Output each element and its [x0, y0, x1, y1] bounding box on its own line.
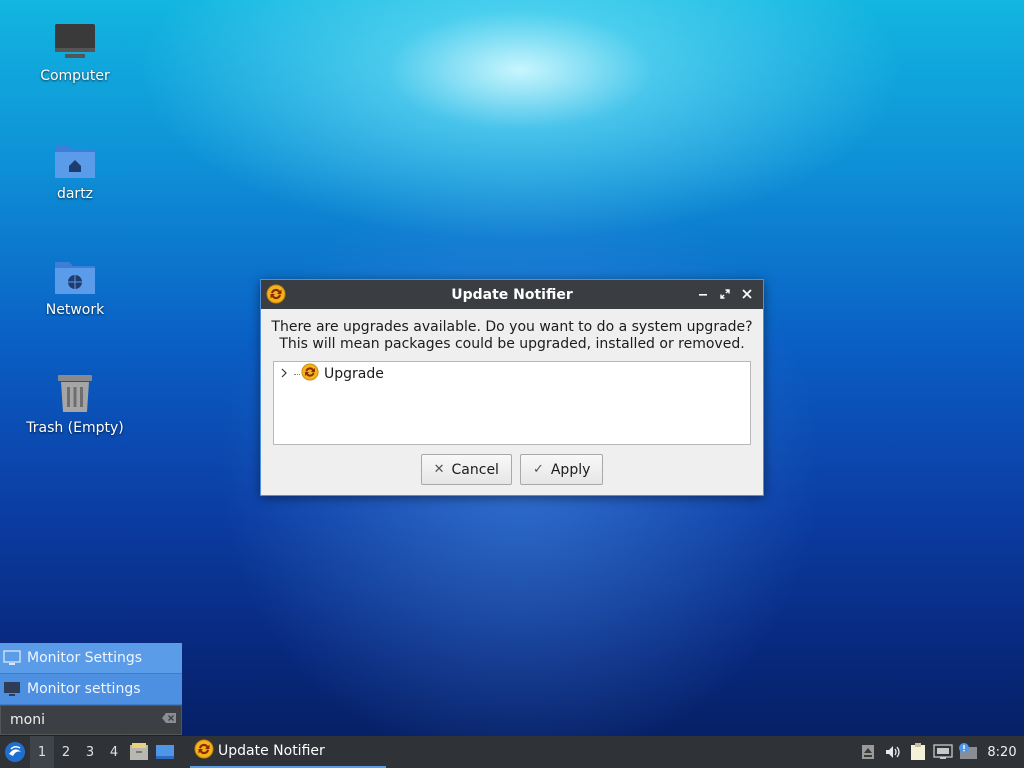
desktop-icon-home[interactable]: dartz — [20, 140, 130, 202]
cancel-x-icon: ✕ — [433, 462, 445, 477]
maximize-icon — [720, 289, 730, 299]
lubuntu-logo-icon — [5, 742, 25, 762]
network-connection-icon[interactable] — [930, 736, 955, 768]
show-desktop-button[interactable] — [152, 736, 178, 768]
desktop-icon-network[interactable]: Network — [20, 256, 130, 318]
task-update-notifier[interactable]: Update Notifier — [190, 736, 386, 768]
expander-arrow-icon[interactable] — [280, 368, 294, 381]
workspace-2[interactable]: 2 — [54, 736, 78, 768]
checkmark-icon: ✓ — [532, 462, 544, 477]
launcher-search-input[interactable]: moni — [0, 705, 182, 735]
search-text: moni — [10, 712, 45, 728]
tree-item-upgrade[interactable]: Upgrade — [274, 362, 750, 386]
dialog-message: There are upgrades available. Do you wan… — [261, 319, 763, 353]
task-label: Update Notifier — [218, 743, 325, 759]
update-notifier-icon — [266, 284, 286, 308]
clipboard-icon[interactable] — [905, 736, 930, 768]
computer-icon — [55, 24, 95, 58]
launcher-result-monitor-settings-alt[interactable]: Monitor settings — [0, 674, 182, 705]
dialog-title: Update Notifier — [451, 286, 573, 303]
update-notifier-icon — [194, 739, 214, 763]
launcher-result-label: Monitor Settings — [27, 650, 143, 666]
desktop-icon-computer[interactable]: Computer — [20, 22, 130, 84]
apply-button[interactable]: ✓ Apply — [519, 454, 604, 485]
desktop-icon-label: Network — [45, 302, 105, 318]
volume-icon[interactable] — [880, 736, 905, 768]
cancel-label: Cancel — [451, 461, 499, 478]
message-line: This will mean packages could be upgrade… — [279, 336, 745, 352]
workspace-3[interactable]: 3 — [78, 736, 102, 768]
display-icon — [3, 681, 21, 697]
close-button[interactable] — [737, 284, 757, 304]
maximize-button[interactable] — [715, 284, 735, 304]
start-menu-button[interactable] — [0, 736, 30, 768]
workspace-1[interactable]: 1 — [30, 736, 54, 768]
dialog-titlebar[interactable]: Update Notifier — [261, 280, 763, 309]
home-folder-icon — [55, 146, 95, 178]
desktop-icon-label: Computer — [40, 68, 110, 84]
clear-search-icon[interactable] — [161, 712, 177, 728]
launcher-popup: Monitor Settings Monitor settings moni — [0, 643, 182, 735]
tree-item-label: Upgrade — [324, 366, 384, 382]
message-line: There are upgrades available. Do you wan… — [271, 319, 753, 335]
eject-icon[interactable] — [855, 736, 880, 768]
update-alert-icon[interactable] — [955, 736, 980, 768]
workspace-4[interactable]: 4 — [102, 736, 126, 768]
minimize-icon — [699, 294, 707, 296]
desktop-icon — [156, 745, 174, 759]
trash-icon — [58, 375, 92, 412]
desktop-icon-trash[interactable]: Trash (Empty) — [20, 372, 130, 436]
update-notifier-dialog: Update Notifier There are upgrades avail… — [260, 279, 764, 496]
upgrade-icon — [301, 363, 319, 385]
system-tray: 8:20 — [855, 736, 1024, 768]
cancel-button[interactable]: ✕ Cancel — [420, 454, 512, 485]
tree-connector — [294, 373, 300, 375]
launcher-result-label: Monitor settings — [27, 681, 141, 697]
launcher-result-monitor-settings[interactable]: Monitor Settings — [0, 643, 182, 674]
file-cabinet-icon — [130, 743, 148, 760]
minimize-button[interactable] — [693, 284, 713, 304]
desktop-icon-label: Trash (Empty) — [26, 420, 124, 436]
upgrade-tree[interactable]: Upgrade — [273, 361, 751, 445]
taskbar: 1 2 3 4 Update Notifier 8:20 — [0, 736, 1024, 768]
network-folder-icon — [55, 262, 95, 294]
monitor-icon — [3, 650, 21, 666]
apply-label: Apply — [550, 461, 591, 478]
clock[interactable]: 8:20 — [980, 745, 1024, 760]
file-manager-launcher[interactable] — [126, 736, 152, 768]
close-icon — [742, 289, 752, 299]
desktop-icon-label: dartz — [56, 186, 94, 202]
